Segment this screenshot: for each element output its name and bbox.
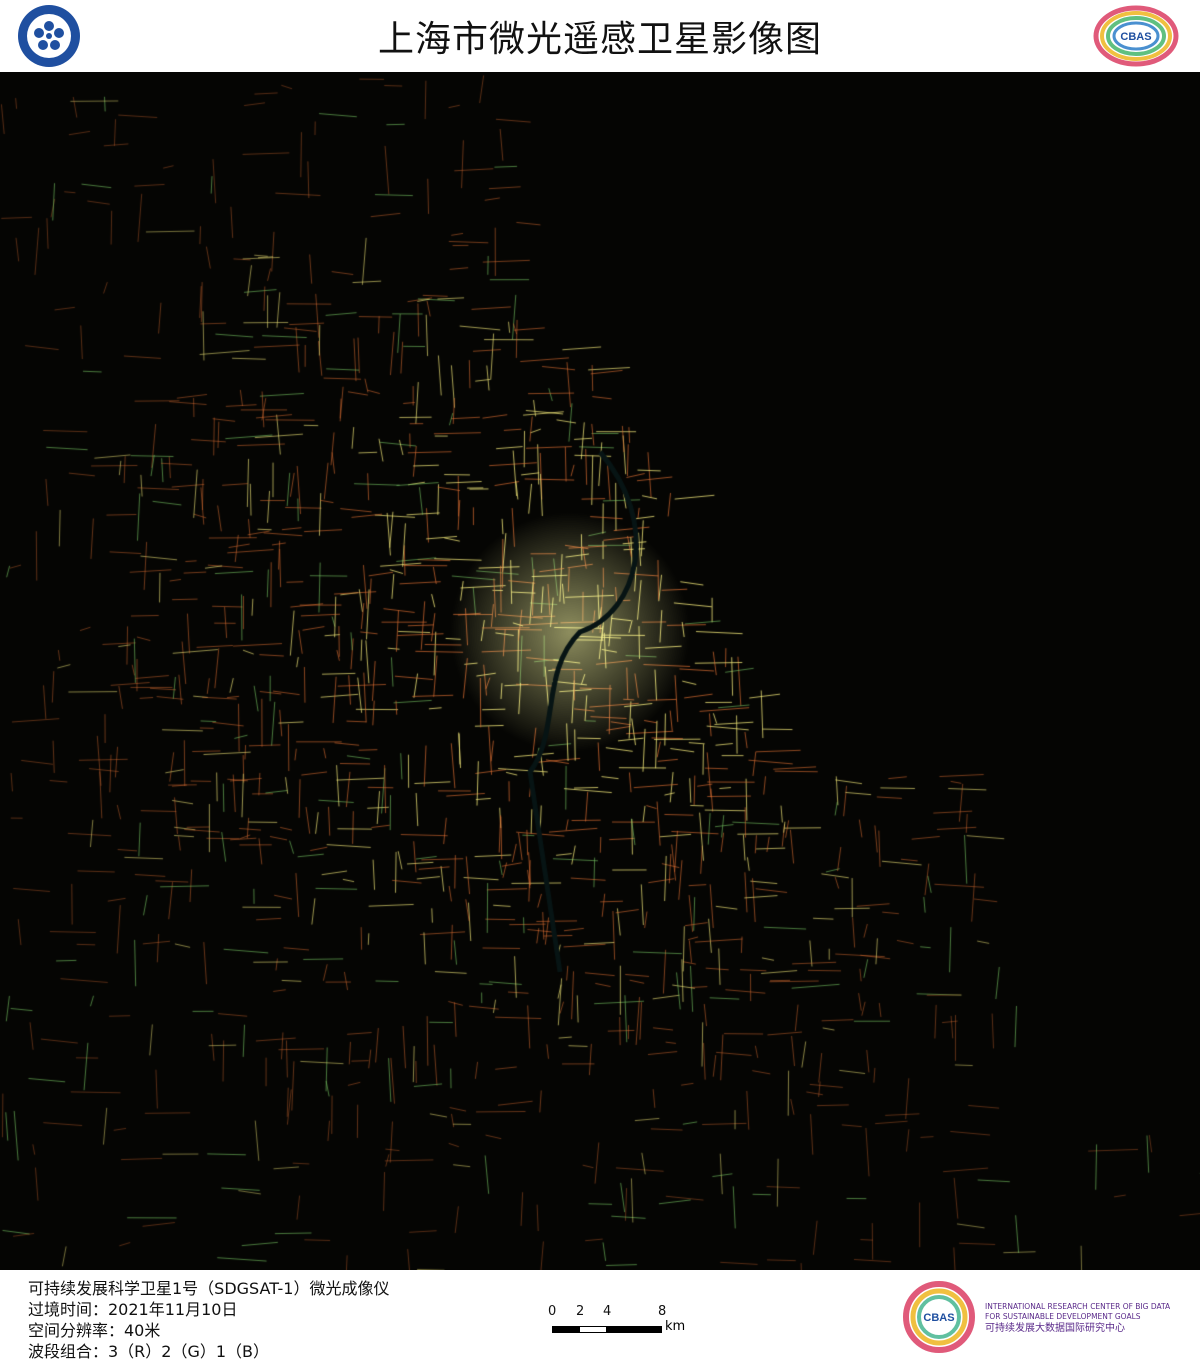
map-title: 上海市微光遥感卫星影像图 [377,19,822,60]
cbas-logo-bottom: CBAS [903,1281,975,1353]
scale-tick: 2 [576,1304,585,1319]
image-info: 可持续发展科学卫星1号（SDGSAT-1）微光成像仪 过境时间：2021年11月… [28,1278,389,1362]
header: 上海市微光遥感卫星影像图 CBAS [0,0,1200,72]
scale-segment [606,1326,662,1333]
band-combination-line: 波段组合：3（R）2（G）1（B） [28,1342,270,1361]
cbas-logo: CBAS [1093,5,1179,67]
org-name-cn: 可持续发展大数据国际研究中心 [985,1323,1125,1334]
scale-unit: km [665,1319,686,1334]
org-name-en-1: INTERNATIONAL RESEARCH CENTER OF BIG DAT… [985,1302,1171,1311]
scale-tick: 4 [603,1304,612,1319]
svg-text:CBAS: CBAS [923,1312,954,1324]
footer: 可持续发展科学卫星1号（SDGSAT-1）微光成像仪 过境时间：2021年11月… [0,1270,1200,1371]
night-light-satellite-image [0,72,1200,1270]
resolution-line: 空间分辨率：40米 [28,1321,161,1340]
scale-tick: 0 [548,1304,557,1319]
scale-bar: 0 2 4 8 km [548,1304,688,1334]
transit-time-line: 过境时间：2021年11月10日 [28,1300,238,1319]
satellite-line: 可持续发展科学卫星1号（SDGSAT-1）微光成像仪 [28,1279,390,1298]
scale-segment [552,1326,580,1333]
scale-tick: 8 [658,1304,667,1319]
org-name-en-2: FOR SUSTAINABLE DEVELOPMENT GOALS [985,1312,1141,1321]
org-name: INTERNATIONAL RESEARCH CENTER OF BIG DAT… [985,1302,1170,1336]
svg-text:CBAS: CBAS [1120,31,1151,43]
scale-segment [579,1326,607,1333]
